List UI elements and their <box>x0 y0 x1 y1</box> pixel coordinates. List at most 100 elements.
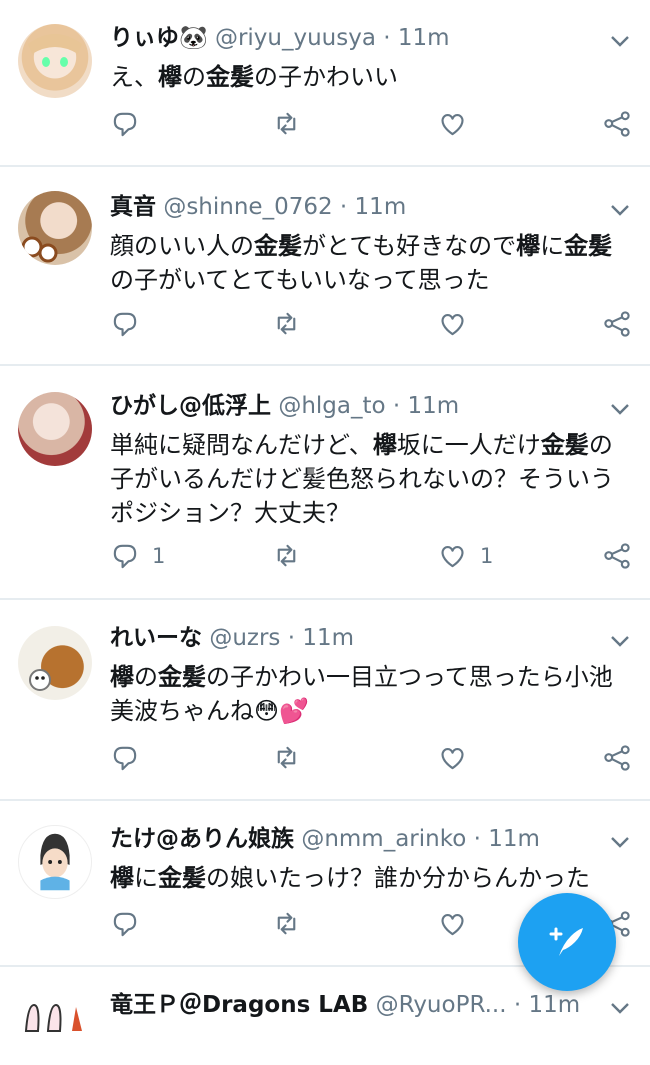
like-button[interactable]: 1 <box>438 540 493 572</box>
timestamp[interactable]: 11m <box>528 992 580 1018</box>
retweet-button[interactable] <box>272 742 302 774</box>
reply-icon <box>113 912 137 937</box>
share-icon <box>604 543 630 569</box>
text-segment: の子がいてとてもいいなって思った <box>110 266 490 294</box>
highlighted-term: 欅 <box>372 431 397 459</box>
display-name[interactable]: ひがし@低浮上 <box>110 393 271 419</box>
share-button[interactable] <box>602 742 632 774</box>
like-button[interactable] <box>438 308 468 340</box>
user-handle[interactable]: @RyuoPR... <box>376 992 507 1018</box>
highlighted-term: 金髪 <box>158 864 206 892</box>
like-icon <box>441 313 464 336</box>
display-name[interactable]: たけ@ありん娘族 <box>110 826 294 852</box>
text-segment: 単純に疑問なんだけど、 <box>110 431 373 459</box>
tweet[interactable]: りぃゆ🐼 @riyu_yuusya · 11m え、欅の金髪の子かわいい <box>0 0 650 167</box>
text-segment: の子かわいい <box>254 63 398 91</box>
text-segment: がとても好きなので <box>302 232 517 260</box>
share-button[interactable] <box>602 540 632 572</box>
text-segment: の娘いたっけ？誰か分からんかった <box>206 864 590 892</box>
avatar[interactable] <box>18 191 92 265</box>
avatar[interactable] <box>18 825 92 899</box>
chevron-down-icon[interactable] <box>610 402 630 416</box>
text-segment: に <box>540 232 565 260</box>
share-icon <box>604 745 630 771</box>
share-button[interactable] <box>602 108 632 140</box>
display-name[interactable]: れいーな <box>110 625 202 651</box>
tweet[interactable]: ひがし@低浮上 @hlga_to · 11m 単純に疑問なんだけど、欅坂に一人だ… <box>0 366 650 600</box>
reply-button[interactable] <box>110 908 140 940</box>
user-handle[interactable]: @uzrs <box>209 625 280 651</box>
reply-button[interactable] <box>110 308 140 340</box>
highlighted-term: 金髪 <box>254 232 302 260</box>
retweet-button[interactable] <box>272 308 302 340</box>
compose-tweet-button[interactable] <box>518 893 616 991</box>
retweet-button[interactable] <box>272 908 302 940</box>
tweet-text: 欅の金髪の子かわい一目立つって思ったら小池美波ちゃんね😳💕 <box>110 660 630 728</box>
highlighted-term: 金髪 <box>564 232 613 260</box>
chevron-down-icon[interactable] <box>610 1001 630 1015</box>
avatar[interactable] <box>18 392 92 466</box>
retweet-button[interactable] <box>272 540 302 572</box>
tweet-text: 顔のいい人の金髪がとても好きなので欅に金髪の子がいてとてもいいなって思った <box>110 229 630 297</box>
reply-icon <box>113 312 137 337</box>
timestamp[interactable]: 11m <box>488 826 540 852</box>
user-handle[interactable]: @hlga_to <box>278 393 385 419</box>
timestamp[interactable]: 11m <box>355 194 407 220</box>
text-segment: の <box>182 63 206 91</box>
avatar[interactable] <box>18 991 92 1065</box>
retweet-icon <box>277 912 296 935</box>
reply-count: 1 <box>152 544 166 568</box>
timestamp[interactable]: 11m <box>398 25 450 51</box>
tweet-actions <box>110 108 636 140</box>
highlighted-term: 欅 <box>110 663 134 691</box>
user-handle[interactable]: @shinne_0762 <box>163 194 332 220</box>
chevron-down-icon[interactable] <box>610 203 630 217</box>
display-name[interactable]: りぃゆ🐼 <box>110 25 208 51</box>
reply-button[interactable] <box>110 742 140 774</box>
tweet[interactable]: れいーな @uzrs · 11m 欅の金髪の子かわい一目立つって思ったら小池美波… <box>0 600 650 801</box>
text-segment: 坂に一人だけ <box>396 431 541 459</box>
user-handle[interactable]: @nmm_arinko <box>301 826 466 852</box>
like-button[interactable] <box>438 908 468 940</box>
tweet-actions: 11 <box>110 540 636 572</box>
like-count: 1 <box>480 544 494 568</box>
display-name[interactable]: 真音 <box>110 194 156 220</box>
share-icon <box>604 311 630 337</box>
separator-dot: · <box>392 393 401 419</box>
timestamp[interactable]: 11m <box>302 625 354 651</box>
tweet-text: え、欅の金髪の子かわいい <box>110 60 630 94</box>
retweet-icon <box>277 112 296 135</box>
text-segment: に <box>134 864 158 892</box>
like-icon <box>441 913 464 936</box>
like-icon <box>441 747 464 770</box>
chevron-down-icon[interactable] <box>610 34 630 48</box>
reply-icon <box>113 112 137 137</box>
chevron-down-icon[interactable] <box>610 835 630 849</box>
avatar[interactable] <box>18 626 92 700</box>
retweet-icon <box>277 746 296 769</box>
text-segment: え、 <box>110 63 158 91</box>
tweet[interactable]: 真音 @shinne_0762 · 11m 顔のいい人の金髪がとても好きなので欅… <box>0 167 650 366</box>
retweet-icon <box>277 544 296 567</box>
like-button[interactable] <box>438 742 468 774</box>
highlighted-term: 欅 <box>516 232 541 260</box>
avatar[interactable] <box>18 24 92 98</box>
separator-dot: · <box>287 625 296 651</box>
share-icon <box>604 111 630 137</box>
reply-button[interactable] <box>110 108 140 140</box>
chevron-down-icon[interactable] <box>610 634 630 648</box>
timestamp[interactable]: 11m <box>408 393 460 419</box>
user-handle[interactable]: @riyu_yuusya <box>215 25 376 51</box>
highlighted-term: 金髪 <box>206 63 254 91</box>
reply-icon <box>113 746 137 771</box>
retweet-button[interactable] <box>272 108 302 140</box>
highlighted-term: 金髪 <box>158 663 206 691</box>
reply-icon <box>113 544 137 569</box>
display-name[interactable]: 竜王Ｐ＠Dragons LAB <box>110 992 368 1018</box>
tweet-actions <box>110 742 636 774</box>
separator-dot: · <box>513 992 522 1018</box>
tweet-text: 単純に疑問なんだけど、欅坂に一人だけ金髪の子がいるんだけど髪色怒られないの？そう… <box>110 428 630 530</box>
share-button[interactable] <box>602 308 632 340</box>
like-button[interactable] <box>438 108 468 140</box>
reply-button[interactable]: 1 <box>110 540 165 572</box>
